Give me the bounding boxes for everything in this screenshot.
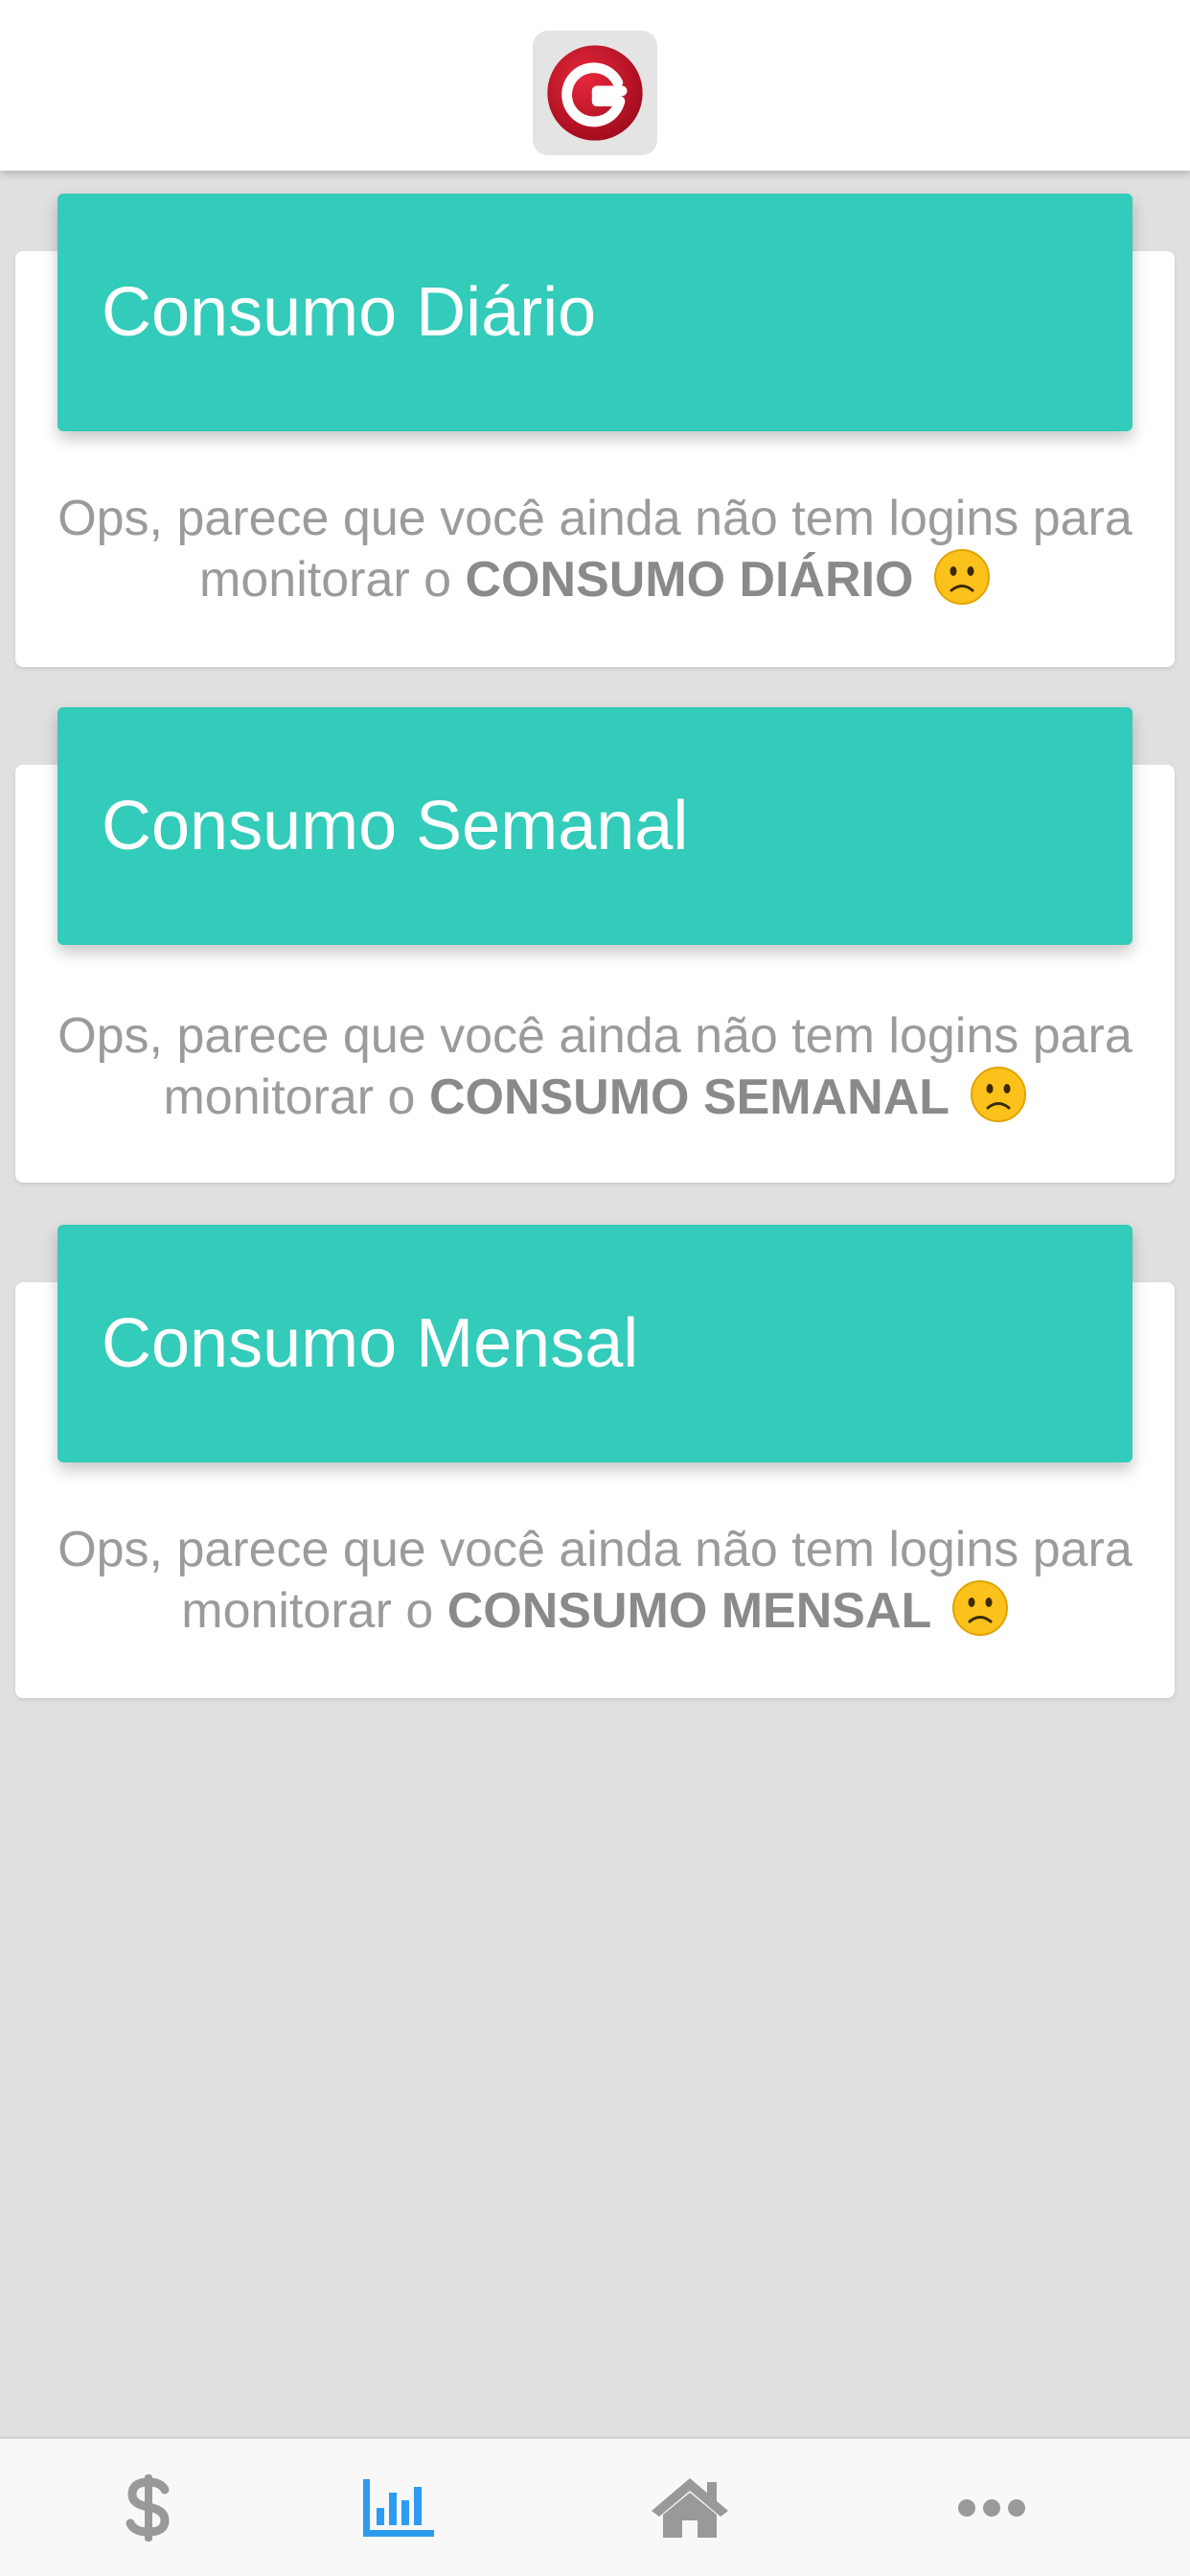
bottom-nav — [0, 2436, 1190, 2576]
g-logo-icon — [547, 45, 643, 141]
empty-message-emphasis: CONSUMO SEMANAL — [428, 1070, 950, 1125]
slightly-frowning-face-icon — [951, 1580, 1008, 1636]
empty-message-emphasis: CONSUMO DIÁRIO — [465, 552, 914, 608]
card-title: Consumo Mensal — [102, 1305, 639, 1382]
slightly-frowning-face-icon — [933, 549, 990, 605]
nav-item-consumo[interactable] — [250, 2439, 547, 2576]
app-header — [0, 0, 1190, 171]
empty-message-diario: Ops, parece que você ainda não tem login… — [15, 489, 1175, 610]
home-icon — [652, 2477, 728, 2538]
dollar-icon — [126, 2473, 170, 2542]
bar-chart-icon — [363, 2478, 434, 2537]
empty-message-semanal: Ops, parece que você ainda não tem login… — [15, 1006, 1175, 1127]
card-header-diario: Consumo Diário — [57, 194, 1133, 431]
card-title: Consumo Semanal — [102, 788, 689, 864]
nav-item-more[interactable] — [843, 2439, 1140, 2576]
card-header-semanal: Consumo Semanal — [57, 707, 1133, 945]
app-screen: Consumo Diário Ops, parece que você aind… — [0, 0, 1190, 2576]
card-header-mensal: Consumo Mensal — [57, 1225, 1133, 1462]
empty-message-emphasis: CONSUMO MENSAL — [446, 1583, 932, 1639]
app-logo — [533, 31, 657, 155]
empty-message-mensal: Ops, parece que você ainda não tem login… — [15, 1520, 1175, 1641]
slightly-frowning-face-icon — [970, 1067, 1026, 1122]
more-icon — [958, 2498, 1025, 2517]
card-title: Consumo Diário — [102, 274, 597, 351]
nav-item-home[interactable] — [541, 2439, 838, 2576]
